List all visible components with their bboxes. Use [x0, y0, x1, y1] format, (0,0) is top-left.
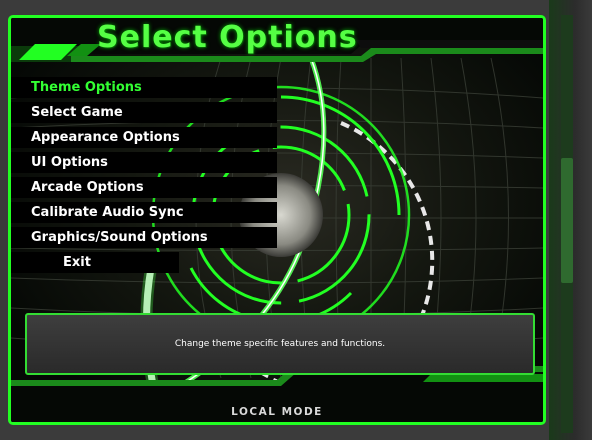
page-title: Select Options	[97, 20, 358, 55]
menu-item-select-game[interactable]: Select Game	[11, 102, 277, 123]
scrollbar-thumb[interactable]	[561, 158, 573, 283]
description-panel: Change theme specific features and funct…	[25, 313, 535, 375]
menu-item-theme-options[interactable]: Theme Options	[11, 77, 277, 98]
menu-item-ui-options[interactable]: UI Options	[11, 152, 277, 173]
menu-item-graphics-sound-options[interactable]: Graphics/Sound Options	[11, 227, 277, 248]
mode-label: LOCAL MODE	[231, 406, 323, 418]
menu-item-calibrate-audio-sync[interactable]: Calibrate Audio Sync	[11, 202, 277, 223]
options-screen: Select Options Theme Options Select Game…	[8, 15, 546, 425]
menu-item-appearance-options[interactable]: Appearance Options	[11, 127, 277, 148]
description-text: Change theme specific features and funct…	[174, 339, 386, 349]
menu-item-exit[interactable]: Exit	[11, 252, 179, 273]
menu-item-arcade-options[interactable]: Arcade Options	[11, 177, 277, 198]
